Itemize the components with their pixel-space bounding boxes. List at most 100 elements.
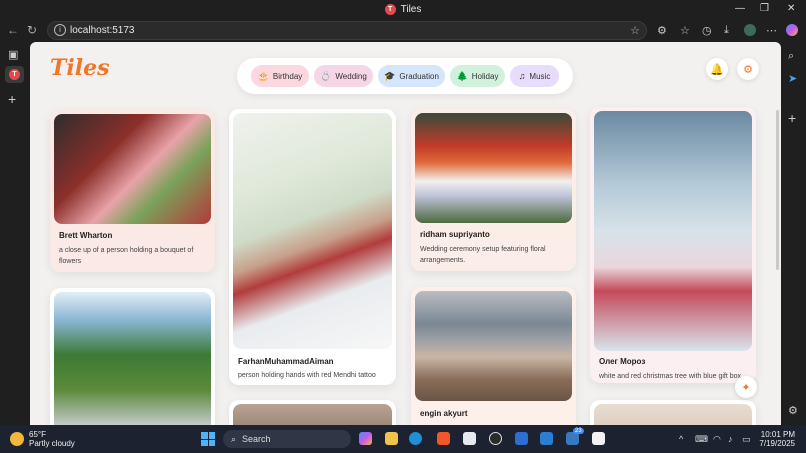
temperature: 65°F xyxy=(29,430,46,439)
weather-widget[interactable]: 65°F Partly cloudy xyxy=(10,430,75,448)
url-text[interactable]: localhost:5173 xyxy=(70,25,135,36)
tab-actions-icon[interactable]: ▣ xyxy=(8,48,18,61)
chip-label: Holiday xyxy=(471,71,499,81)
extensions-icon[interactable]: ⚙ xyxy=(657,24,667,37)
new-tab-plus-icon[interactable]: + xyxy=(8,91,16,107)
chip-label: Music xyxy=(529,71,551,81)
tab-tiles[interactable]: T xyxy=(5,66,24,83)
close-window-button[interactable]: ✕ xyxy=(787,3,795,14)
category-chip-wedding[interactable]: 💍 Wedding xyxy=(314,65,373,87)
taskbar-clock[interactable]: 10:01 PM 7/19/2025 xyxy=(757,430,795,448)
tile-card[interactable] xyxy=(229,400,396,425)
chip-label: Wedding xyxy=(335,71,367,81)
search-icon: ⌕ xyxy=(231,433,237,444)
history-icon[interactable]: ◷ xyxy=(702,24,712,37)
category-chip-holiday[interactable]: 🌲 Holiday xyxy=(450,65,505,87)
browser-sidebar: ⌕ ➤ + ⚙ xyxy=(781,42,806,425)
cake-icon: 🎂 xyxy=(257,70,269,81)
windows-start-icon[interactable] xyxy=(201,432,215,446)
vertical-tab-strip: ▣ T + xyxy=(0,42,30,425)
page-scrollbar[interactable] xyxy=(776,110,779,270)
tile-image[interactable] xyxy=(54,292,211,425)
tiles-favicon-icon: T xyxy=(9,69,20,80)
tile-card[interactable]: Олег Мороз white and red christmas tree … xyxy=(590,107,756,383)
category-chip-music[interactable]: ♫ Music xyxy=(510,65,559,87)
taskbar-search[interactable]: ⌕ Search xyxy=(223,430,351,448)
edge-browser-icon[interactable] xyxy=(409,432,422,445)
file-explorer-icon[interactable] xyxy=(385,432,398,445)
window-title: T Tiles xyxy=(0,4,806,15)
minimize-button[interactable]: — xyxy=(735,3,745,14)
notifications-bell-icon[interactable]: 🔔 xyxy=(706,58,728,80)
search-label: Search xyxy=(242,434,271,444)
time: 10:01 PM xyxy=(760,430,795,439)
tile-image[interactable] xyxy=(233,404,392,425)
tile-card[interactable]: engin akyurt xyxy=(411,287,576,425)
tile-image[interactable] xyxy=(415,291,572,401)
tile-author[interactable]: FarhanMuhammadAiman xyxy=(238,357,334,366)
favorites-icon[interactable]: ☆ xyxy=(680,24,690,37)
back-arrow-icon[interactable]: ← xyxy=(7,23,19,37)
browser-titlebar: T Tiles — ❐ ✕ xyxy=(0,0,806,20)
tile-card[interactable] xyxy=(50,288,215,425)
tile-image[interactable] xyxy=(415,113,572,223)
downloads-icon[interactable]: ⤓ xyxy=(724,24,729,37)
profile-avatar[interactable] xyxy=(744,24,756,36)
tree-icon: 🌲 xyxy=(456,70,468,81)
chip-label: Birthday xyxy=(272,71,303,81)
tile-image[interactable] xyxy=(594,111,752,351)
chatgpt-icon[interactable] xyxy=(489,432,502,445)
tiles-logo[interactable]: Tiles xyxy=(50,55,109,81)
sidebar-add-icon[interactable]: + xyxy=(788,110,796,126)
tile-card[interactable]: Brett Wharton a close up of a person hol… xyxy=(50,110,215,272)
browser-toolbar: ← ↻ i localhost:5173 ☆ ⚙ ☆ ◷ ⤓ ⋯ xyxy=(0,20,806,42)
graduation-cap-icon: 🎓 xyxy=(384,70,396,81)
windows-taskbar: 65°F Partly cloudy ⌕ Search 23 ^ ⌨ ◠ ♪ ▭… xyxy=(0,425,806,453)
partly-cloudy-icon xyxy=(10,432,24,446)
category-chip-birthday[interactable]: 🎂 Birthday xyxy=(251,65,309,87)
category-bar: 🎂 Birthday 💍 Wedding 🎓 Graduation 🌲 Holi… xyxy=(237,58,573,94)
tray-chevron-icon[interactable]: ^ xyxy=(679,434,683,444)
tile-author[interactable]: Олег Мороз xyxy=(599,357,645,366)
tile-card[interactable]: ridham supriyanto Wedding ceremony setup… xyxy=(411,109,576,271)
tile-card[interactable]: FarhanMuhammadAiman person holding hands… xyxy=(229,109,396,385)
volume-icon[interactable]: ♪ xyxy=(728,434,733,444)
sparkle-ai-button[interactable]: ✦ xyxy=(735,376,757,398)
tile-description: a close up of a person holding a bouquet… xyxy=(59,247,194,265)
app-icon[interactable] xyxy=(592,432,605,445)
chip-label: Graduation xyxy=(399,71,439,81)
settings-gear-icon[interactable]: ⚙ xyxy=(737,58,759,80)
vscode-icon[interactable] xyxy=(540,432,553,445)
category-chip-graduation[interactable]: 🎓 Graduation xyxy=(378,65,445,87)
tile-card[interactable] xyxy=(590,400,756,425)
battery-icon[interactable]: ▭ xyxy=(742,434,751,445)
tile-description: Wedding ceremony setup featuring floral … xyxy=(420,246,546,264)
sidebar-settings-icon[interactable]: ⚙ xyxy=(788,404,798,417)
refresh-icon[interactable]: ↻ xyxy=(27,23,37,37)
tile-author[interactable]: Brett Wharton xyxy=(59,231,112,240)
tile-author[interactable]: engin akyurt xyxy=(420,409,468,418)
weather-condition: Partly cloudy xyxy=(29,439,75,448)
sidebar-search-icon[interactable]: ⌕ xyxy=(788,50,794,63)
copilot-icon[interactable] xyxy=(786,24,798,36)
wifi-icon[interactable]: ◠ xyxy=(713,434,721,445)
music-note-icon: ♫ xyxy=(518,71,526,81)
tile-author[interactable]: ridham supriyanto xyxy=(420,230,490,239)
brave-browser-icon[interactable] xyxy=(437,432,450,445)
keyboard-icon[interactable]: ⌨ xyxy=(695,434,708,445)
app-icon[interactable] xyxy=(515,432,528,445)
address-bar[interactable]: i localhost:5173 ☆ xyxy=(47,21,647,40)
tile-description: white and red christmas tree with blue g… xyxy=(599,373,742,380)
tile-image[interactable] xyxy=(233,113,392,349)
tab-title: Tiles xyxy=(400,4,422,15)
tile-image[interactable] xyxy=(594,404,752,425)
site-info-icon[interactable]: i xyxy=(54,24,66,36)
app-icon[interactable] xyxy=(463,432,476,445)
maximize-button[interactable]: ❐ xyxy=(760,3,769,14)
tile-image[interactable] xyxy=(54,114,211,224)
sidebar-send-icon[interactable]: ➤ xyxy=(788,72,797,85)
more-menu-icon[interactable]: ⋯ xyxy=(766,24,777,37)
notification-badge: 23 xyxy=(573,428,584,434)
copilot-app-icon[interactable] xyxy=(359,432,372,445)
favorite-star-icon[interactable]: ☆ xyxy=(630,24,640,37)
